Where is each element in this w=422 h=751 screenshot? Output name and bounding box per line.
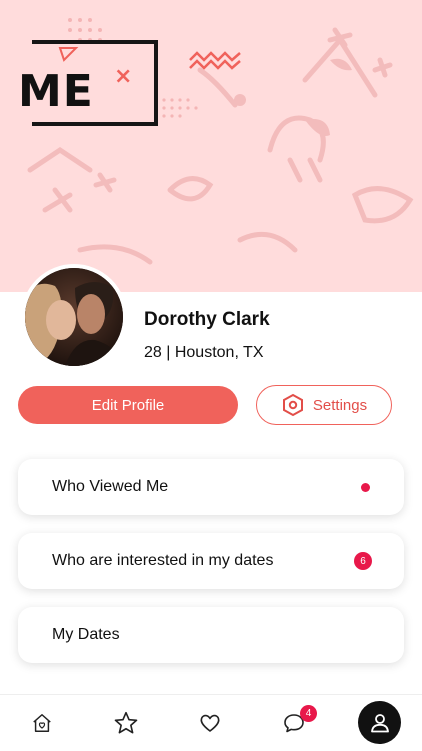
profile-icon [370,713,389,732]
user-age-location: 28 | Houston, TX [144,344,264,361]
count-badge: 6 [354,552,372,570]
tab-home[interactable] [22,703,62,743]
logo-x-mark: × [114,64,133,89]
hexagon-settings-icon [282,393,303,417]
heart-icon [200,714,220,732]
new-indicator-dot [361,482,370,492]
tab-profile[interactable] [358,701,401,744]
menu-item-label: Who Viewed Me [52,478,169,495]
profile-header-banner: ME × [0,0,422,292]
menu-item-my-dates[interactable]: My Dates [18,607,404,663]
avatar-photo [25,268,123,366]
menu-item-label: Who are interested in my dates [52,552,274,569]
settings-button-label: Settings [312,396,368,414]
logo-text: ME [18,66,94,117]
settings-button[interactable]: Settings [256,385,392,425]
avatar[interactable] [21,264,127,370]
messages-badge: 4 [300,705,317,722]
tab-likes[interactable] [190,703,230,743]
home-icon [33,714,51,732]
user-name: Dorothy Clark [144,309,270,330]
menu-item-label: My Dates [52,626,120,643]
star-icon [114,711,138,734]
tab-favorites[interactable] [106,703,146,743]
menu-item-who-viewed-me[interactable]: Who Viewed Me [18,459,404,515]
menu-item-interested-in-dates[interactable]: Who are interested in my dates 6 [18,533,404,589]
edit-profile-button[interactable]: Edit Profile [18,386,238,424]
